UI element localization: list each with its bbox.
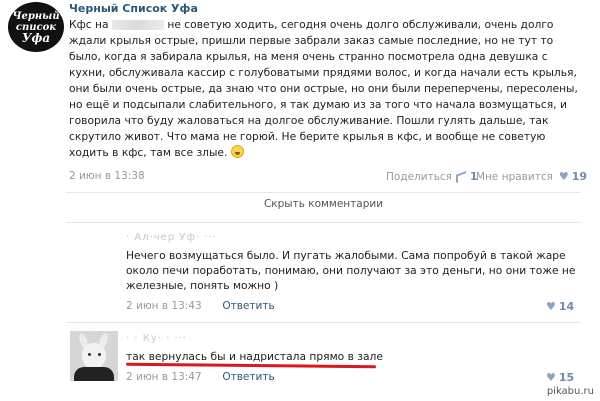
group-logo: Черный список Уфа: [12, 10, 60, 45]
avatar-rabbit-head: [82, 343, 106, 369]
avatar-eye: [98, 353, 101, 356]
blurred-text: [111, 20, 164, 30]
commenter-avatar[interactable]: [70, 230, 118, 278]
divider: [66, 222, 581, 223]
comment-text: так вернулась бы и надристала прямо в за…: [126, 350, 383, 363]
post-date[interactable]: 2 июн в 13:38: [69, 170, 145, 182]
avatar-body: [74, 367, 114, 381]
comment-like-count: 15: [558, 371, 575, 384]
comment-date[interactable]: 2 июн в 13:47: [126, 371, 202, 383]
post-text-start: Кфс на: [69, 18, 109, 31]
like-button[interactable]: Мне нравится ♥ 19: [476, 170, 587, 183]
watermark: pikabu.ru: [546, 386, 594, 397]
avatar-eye: [88, 353, 91, 356]
like-label: Мне нравится: [476, 171, 553, 183]
post-text-body: не советую ходить, сегодня очень долго о…: [69, 18, 578, 159]
heart-icon: ♥: [546, 300, 556, 313]
divider: [66, 192, 581, 193]
post: Черный список Уфа Черный Список Уфа Кфс …: [0, 0, 600, 190]
comment-like-count: 14: [558, 300, 575, 313]
comment-meta: 2 июн в 13:43 Ответить: [126, 300, 275, 312]
comment-text: Нечего возмущаться было. И пугать жалобы…: [126, 249, 576, 292]
post-text: Кфс на не советую ходить, сегодня очень …: [69, 17, 579, 161]
commenter-avatar[interactable]: [70, 331, 118, 381]
group-avatar[interactable]: Черный список Уфа: [8, 2, 64, 52]
divider: [66, 322, 581, 323]
share-label: Поделиться: [386, 171, 452, 183]
comment-like-button[interactable]: ♥ 14: [540, 300, 574, 313]
comment-date[interactable]: 2 июн в 13:43: [126, 300, 202, 312]
hide-comments-link[interactable]: Скрыть комментарии: [66, 198, 581, 210]
reply-link[interactable]: Ответить: [222, 300, 274, 312]
heart-icon: ♥: [558, 170, 569, 183]
smile-emoji-icon: [230, 145, 244, 158]
comment-meta: 2 июн в 13:47 Ответить: [126, 371, 275, 383]
share-icon: [455, 171, 466, 183]
post-author-link[interactable]: Черный Список Уфа: [69, 2, 198, 15]
commenter-name[interactable]: · · Ку· · ···: [126, 333, 187, 344]
heart-icon: ♥: [546, 371, 556, 384]
like-count: 19: [571, 170, 588, 183]
comment-like-button[interactable]: ♥ 15: [540, 371, 574, 384]
share-button[interactable]: Поделиться 1: [386, 170, 478, 183]
reply-link[interactable]: Ответить: [222, 371, 274, 383]
commenter-name[interactable]: · Ал·чер Уф· ···: [126, 232, 217, 243]
